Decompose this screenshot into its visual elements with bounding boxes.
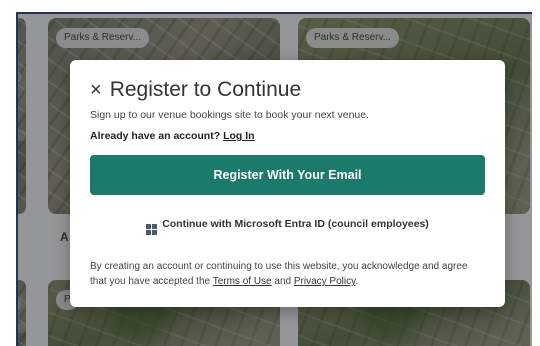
microsoft-signin-link[interactable]: Continue with Microsoft Entra ID (counci…: [70, 218, 505, 235]
legal-text-and: and: [274, 276, 292, 287]
microsoft-signin-label: Continue with Microsoft Entra ID (counci…: [162, 218, 429, 230]
login-link[interactable]: Log In: [223, 130, 255, 142]
privacy-policy-link[interactable]: Privacy Policy: [294, 276, 356, 287]
terms-of-use-link[interactable]: Terms of Use: [213, 276, 272, 287]
modal-subtitle: Sign up to our venue bookings site to bo…: [90, 109, 370, 121]
register-modal: × Register to Continue Sign up to our ve…: [70, 60, 505, 307]
close-icon[interactable]: ×: [90, 80, 102, 100]
modal-title: Register to Continue: [109, 78, 302, 101]
legal-text-end: .: [355, 276, 359, 287]
account-prompt: Already have an account?: [90, 130, 221, 142]
account-prompt-row: Already have an account? Log In: [90, 130, 255, 142]
microsoft-icon: [146, 224, 158, 235]
legal-notice: By creating an account or continuing to …: [90, 259, 485, 289]
register-email-button[interactable]: Register With Your Email: [90, 155, 485, 195]
modal-header: × Register to Continue: [90, 78, 301, 102]
